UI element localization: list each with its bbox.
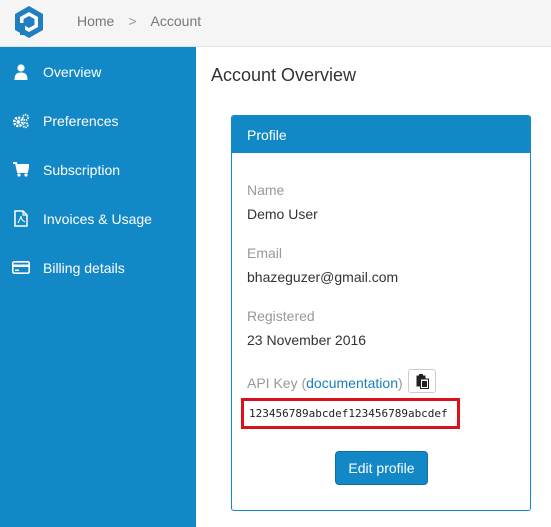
name-value: Demo User <box>247 206 318 222</box>
breadcrumb-separator: > <box>128 13 137 29</box>
copy-apikey-button[interactable] <box>408 369 436 393</box>
apikey-label-suffix: ) <box>397 375 403 391</box>
breadcrumb-home[interactable]: Home <box>77 13 114 29</box>
cogs-icon <box>12 112 30 130</box>
registered-label: Registered <box>247 308 315 324</box>
sidebar-item-billing[interactable]: Billing details <box>0 243 196 292</box>
documentation-link[interactable]: documentation <box>306 375 398 391</box>
apikey-label-prefix: API Key ( <box>247 375 307 391</box>
sidebar-item-label: Invoices & Usage <box>43 210 152 227</box>
registered-value: 23 November 2016 <box>247 332 367 348</box>
sidebar-item-label: Preferences <box>43 112 119 129</box>
sidebar: Overview Preferences Subscription Invoic… <box>0 47 196 527</box>
sidebar-item-preferences[interactable]: Preferences <box>0 96 196 145</box>
sidebar-item-invoices[interactable]: Invoices & Usage <box>0 194 196 243</box>
page-title: Account Overview <box>211 65 357 85</box>
pdf-file-icon <box>12 210 30 228</box>
panel-title: Profile <box>232 116 530 153</box>
cart-icon <box>12 161 30 179</box>
sidebar-item-label: Billing details <box>43 259 125 276</box>
name-label: Name <box>247 182 285 198</box>
email-label: Email <box>247 245 283 261</box>
edit-profile-button[interactable]: Edit profile <box>335 451 428 485</box>
app-logo-icon[interactable] <box>12 5 46 39</box>
user-icon <box>12 63 30 81</box>
clipboard-icon <box>416 373 429 389</box>
profile-panel: Profile Name Demo User Email bhazeguzer@… <box>231 115 531 511</box>
credit-card-icon <box>12 259 30 277</box>
sidebar-item-label: Overview <box>43 63 102 80</box>
main-content: Account Overview Profile Name Demo User … <box>196 47 551 527</box>
apikey-value[interactable]: 123456789abcdef123456789abcdef <box>241 398 460 429</box>
breadcrumb-current: Account <box>150 13 202 29</box>
breadcrumb: Home > Account <box>77 13 201 29</box>
top-bar: Home > Account <box>0 0 551 47</box>
sidebar-item-label: Subscription <box>43 161 121 178</box>
sidebar-item-overview[interactable]: Overview <box>0 47 196 96</box>
apikey-label: API Key (documentation) <box>247 375 403 391</box>
sidebar-item-subscription[interactable]: Subscription <box>0 145 196 194</box>
email-value: bhazeguzer@gmail.com <box>247 269 399 285</box>
